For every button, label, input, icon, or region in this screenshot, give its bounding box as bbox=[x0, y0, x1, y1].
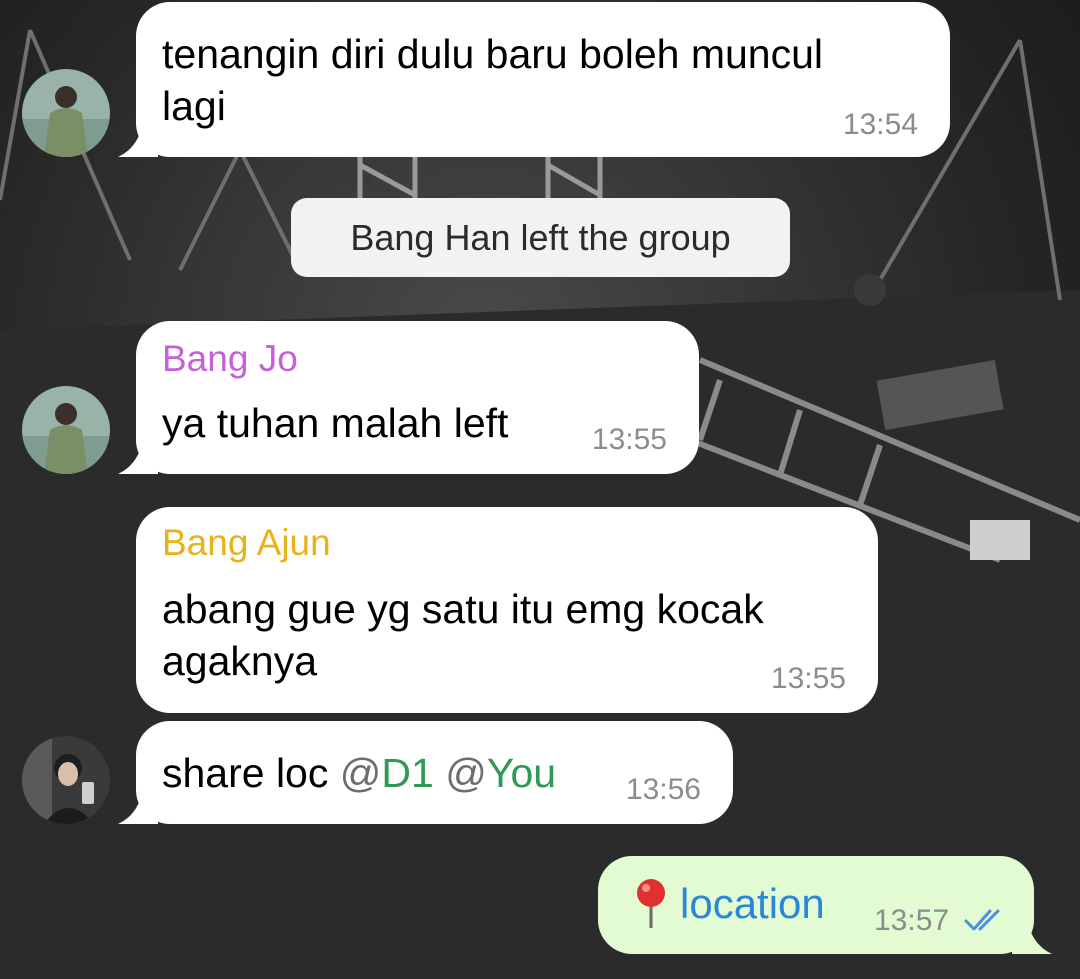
message-text: lagi bbox=[162, 83, 226, 129]
message-time: 13:54 bbox=[842, 108, 918, 141]
message-text: abang gue yg satu itu emg kocak bbox=[162, 586, 764, 632]
message-time: 13:55 bbox=[770, 662, 846, 695]
sender-name[interactable]: Bang Jo bbox=[162, 337, 298, 381]
message-time: 13:55 bbox=[591, 423, 667, 456]
location-message-bubble[interactable]: location 13:57 bbox=[598, 856, 1052, 954]
message-bubble[interactable]: share loc @D1 @You 13:56 bbox=[118, 721, 733, 824]
bubble-tail bbox=[118, 117, 158, 157]
message-bubble[interactable]: Bang Jo ya tuhan malah left 13:55 bbox=[118, 321, 699, 474]
location-link[interactable]: location bbox=[680, 880, 825, 928]
bubble-tail bbox=[118, 784, 158, 824]
message-time: 13:57 bbox=[874, 904, 950, 937]
mention-you[interactable]: You bbox=[487, 750, 556, 796]
message-bubble[interactable]: Bang Ajun abang gue yg satu itu emg koca… bbox=[136, 507, 878, 713]
message-time: 13:56 bbox=[625, 773, 701, 806]
sender-name[interactable]: Bang Ajun bbox=[162, 521, 331, 565]
message-text: agaknya bbox=[162, 638, 318, 684]
mention-d1[interactable]: D1 bbox=[381, 750, 433, 796]
avatar[interactable] bbox=[22, 386, 110, 474]
mention-at: @ bbox=[339, 750, 382, 796]
mention-at: @ bbox=[445, 750, 487, 796]
system-message: Bang Han left the group bbox=[291, 198, 790, 277]
bubble-tail bbox=[1012, 914, 1052, 954]
message-text: share loc bbox=[162, 750, 329, 796]
avatar[interactable] bbox=[22, 69, 110, 157]
map-pin-icon bbox=[637, 879, 665, 928]
avatar[interactable] bbox=[22, 736, 110, 824]
message-bubble[interactable]: tenangin diri dulu baru boleh muncul lag… bbox=[118, 2, 950, 157]
message-text: tenangin diri dulu baru boleh muncul bbox=[162, 31, 824, 77]
message-text: share loc @D1 @You bbox=[162, 749, 556, 797]
double-check-icon bbox=[964, 909, 1000, 931]
message-text: ya tuhan malah left bbox=[162, 400, 509, 446]
bubble-tail bbox=[118, 434, 158, 474]
